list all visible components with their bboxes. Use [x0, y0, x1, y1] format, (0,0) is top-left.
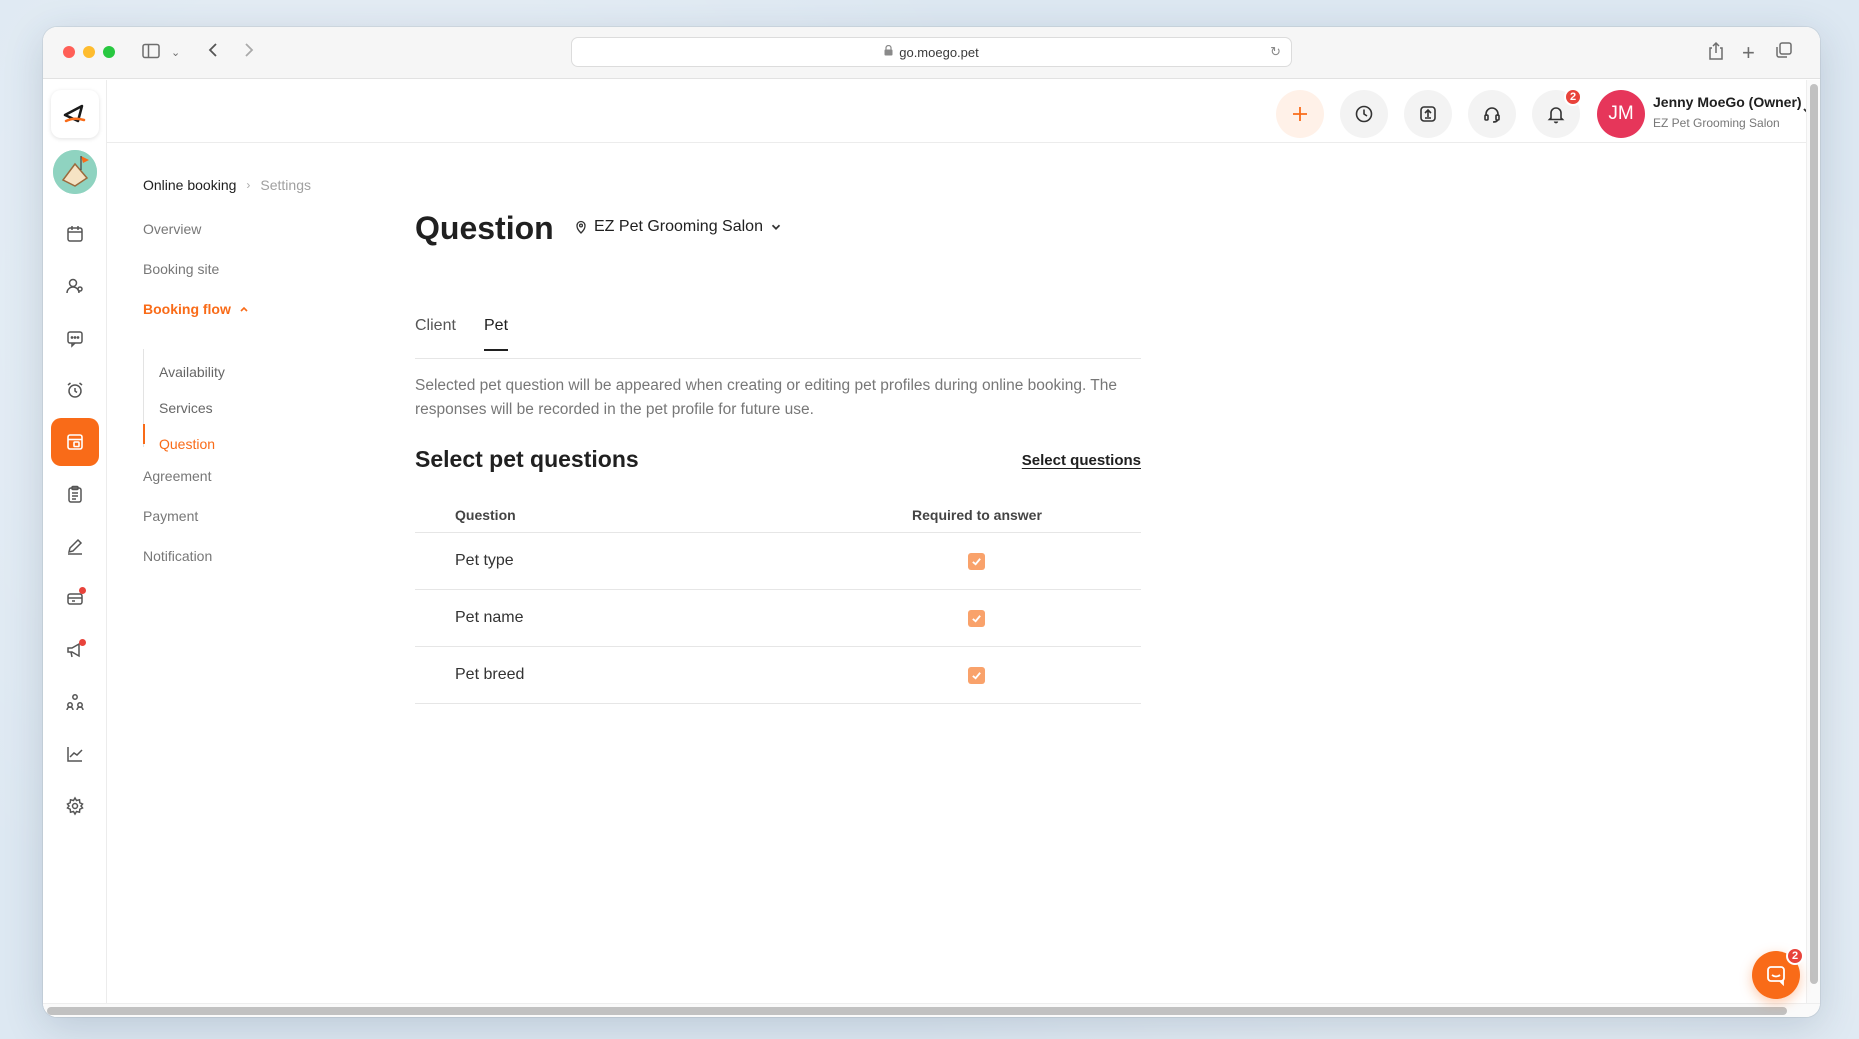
breadcrumb-root[interactable]: Online booking [143, 177, 236, 193]
maximize-window-button[interactable] [103, 46, 115, 58]
subnav-active-indicator [143, 424, 145, 444]
alarm-clock-icon[interactable] [51, 366, 99, 414]
messages-icon[interactable] [51, 314, 99, 362]
required-checkbox[interactable] [968, 610, 985, 627]
vertical-scroll-thumb[interactable] [1810, 84, 1818, 984]
pen-icon[interactable] [51, 522, 99, 570]
clock-icon[interactable] [1340, 90, 1388, 138]
moego-logo[interactable] [51, 90, 99, 138]
quick-add-button[interactable] [1276, 90, 1324, 138]
reports-icon[interactable] [51, 730, 99, 778]
chat-badge: 2 [1786, 947, 1804, 965]
clipboard-icon[interactable] [51, 470, 99, 518]
chevron-right-icon: › [246, 178, 251, 192]
calendar-icon[interactable] [51, 210, 99, 258]
forward-arrow-icon[interactable] [239, 41, 257, 65]
horizontal-scrollbar[interactable] [43, 1003, 1820, 1017]
breadcrumb-current: Settings [260, 177, 311, 193]
nav-services[interactable]: Services [159, 400, 213, 416]
chat-support-button[interactable]: 2 [1752, 947, 1804, 999]
nav-overview[interactable]: Overview [143, 221, 201, 237]
select-questions-link[interactable]: Select questions [1022, 452, 1141, 469]
section-title: Select pet questions [415, 446, 639, 472]
user-avatar[interactable]: JM [1597, 90, 1645, 138]
online-booking-icon[interactable] [51, 418, 99, 466]
app-header: 2 JM Jenny MoeGo (Owner) EZ Pet Grooming… [107, 80, 1820, 143]
address-bar[interactable]: go.moego.pet ↻ [571, 37, 1292, 67]
location-selector[interactable]: EZ Pet Grooming Salon [574, 218, 783, 236]
chat-icon [1767, 966, 1785, 986]
tab-pet[interactable]: Pet [484, 317, 509, 351]
user-business: EZ Pet Grooming Salon [1653, 116, 1780, 130]
tab-overview-icon[interactable] [1775, 41, 1793, 65]
retail-icon[interactable] [51, 574, 99, 622]
table-row: Pet type [415, 533, 1141, 590]
horizontal-scroll-thumb[interactable] [47, 1007, 1787, 1015]
team-icon[interactable] [51, 678, 99, 726]
page-title: Question [415, 210, 554, 246]
breadcrumb: Online booking › Settings [143, 177, 311, 193]
clients-icon[interactable] [51, 262, 99, 310]
chevron-down-icon[interactable]: ⌄ [171, 41, 180, 65]
check-icon [972, 558, 981, 566]
url-text: go.moego.pet [899, 44, 979, 60]
location-name: EZ Pet Grooming Salon [594, 218, 763, 235]
new-tab-icon[interactable]: + [1742, 41, 1755, 65]
bell-icon[interactable]: 2 [1532, 88, 1582, 138]
tab-client[interactable]: Client [415, 317, 456, 349]
nav-notification[interactable]: Notification [143, 548, 212, 564]
sidebar-toggle-icon[interactable] [141, 41, 161, 67]
nav-booking-flow-label: Booking flow [143, 301, 231, 317]
share-icon[interactable] [1707, 41, 1725, 67]
lock-icon [884, 44, 893, 59]
vertical-scrollbar[interactable] [1806, 80, 1820, 1003]
support-headset-icon[interactable] [1468, 90, 1516, 138]
question-label: Pet type [455, 552, 514, 569]
nav-booking-flow[interactable]: Booking flow [143, 301, 249, 317]
header-required: Required to answer [912, 507, 1042, 523]
location-pin-icon [576, 220, 586, 234]
reload-icon[interactable]: ↻ [1270, 44, 1281, 60]
nav-agreement[interactable]: Agreement [143, 468, 211, 484]
required-checkbox[interactable] [968, 553, 985, 570]
chevron-up-icon [240, 306, 248, 312]
notification-dot [79, 639, 86, 646]
back-arrow-icon[interactable] [205, 41, 223, 65]
minimize-window-button[interactable] [83, 46, 95, 58]
question-label: Pet breed [455, 666, 525, 683]
megaphone-icon[interactable] [51, 626, 99, 674]
notification-badge: 2 [1564, 88, 1582, 106]
header-question: Question [455, 507, 516, 523]
nav-availability[interactable]: Availability [159, 364, 225, 380]
browser-window: ⌄ go.moego.pet ↻ + 2 JM Jenny MoeGo (Own… [43, 27, 1820, 1017]
table-row: Pet breed [415, 647, 1141, 704]
question-label: Pet name [455, 609, 524, 626]
chevron-down-icon [771, 224, 781, 230]
nav-payment[interactable]: Payment [143, 508, 198, 524]
nav-question[interactable]: Question [159, 436, 215, 452]
check-icon [972, 615, 981, 623]
required-checkbox[interactable] [968, 667, 985, 684]
table-header: Question Required to answer [415, 497, 1141, 533]
question-tabs: Client Pet [415, 309, 1141, 359]
check-icon [972, 672, 981, 680]
notification-dot [79, 587, 86, 594]
business-avatar[interactable] [53, 150, 97, 194]
close-window-button[interactable] [63, 46, 75, 58]
user-name[interactable]: Jenny MoeGo (Owner) [1653, 94, 1802, 110]
window-controls [63, 46, 115, 58]
settings-gear-icon[interactable] [51, 782, 99, 830]
browser-toolbar: ⌄ go.moego.pet ↻ + [43, 27, 1820, 79]
app-sidebar [43, 80, 107, 1017]
section-description: Selected pet question will be appeared w… [415, 377, 1117, 418]
table-row: Pet name [415, 590, 1141, 647]
upload-icon[interactable] [1404, 90, 1452, 138]
nav-booking-site[interactable]: Booking site [143, 261, 219, 277]
